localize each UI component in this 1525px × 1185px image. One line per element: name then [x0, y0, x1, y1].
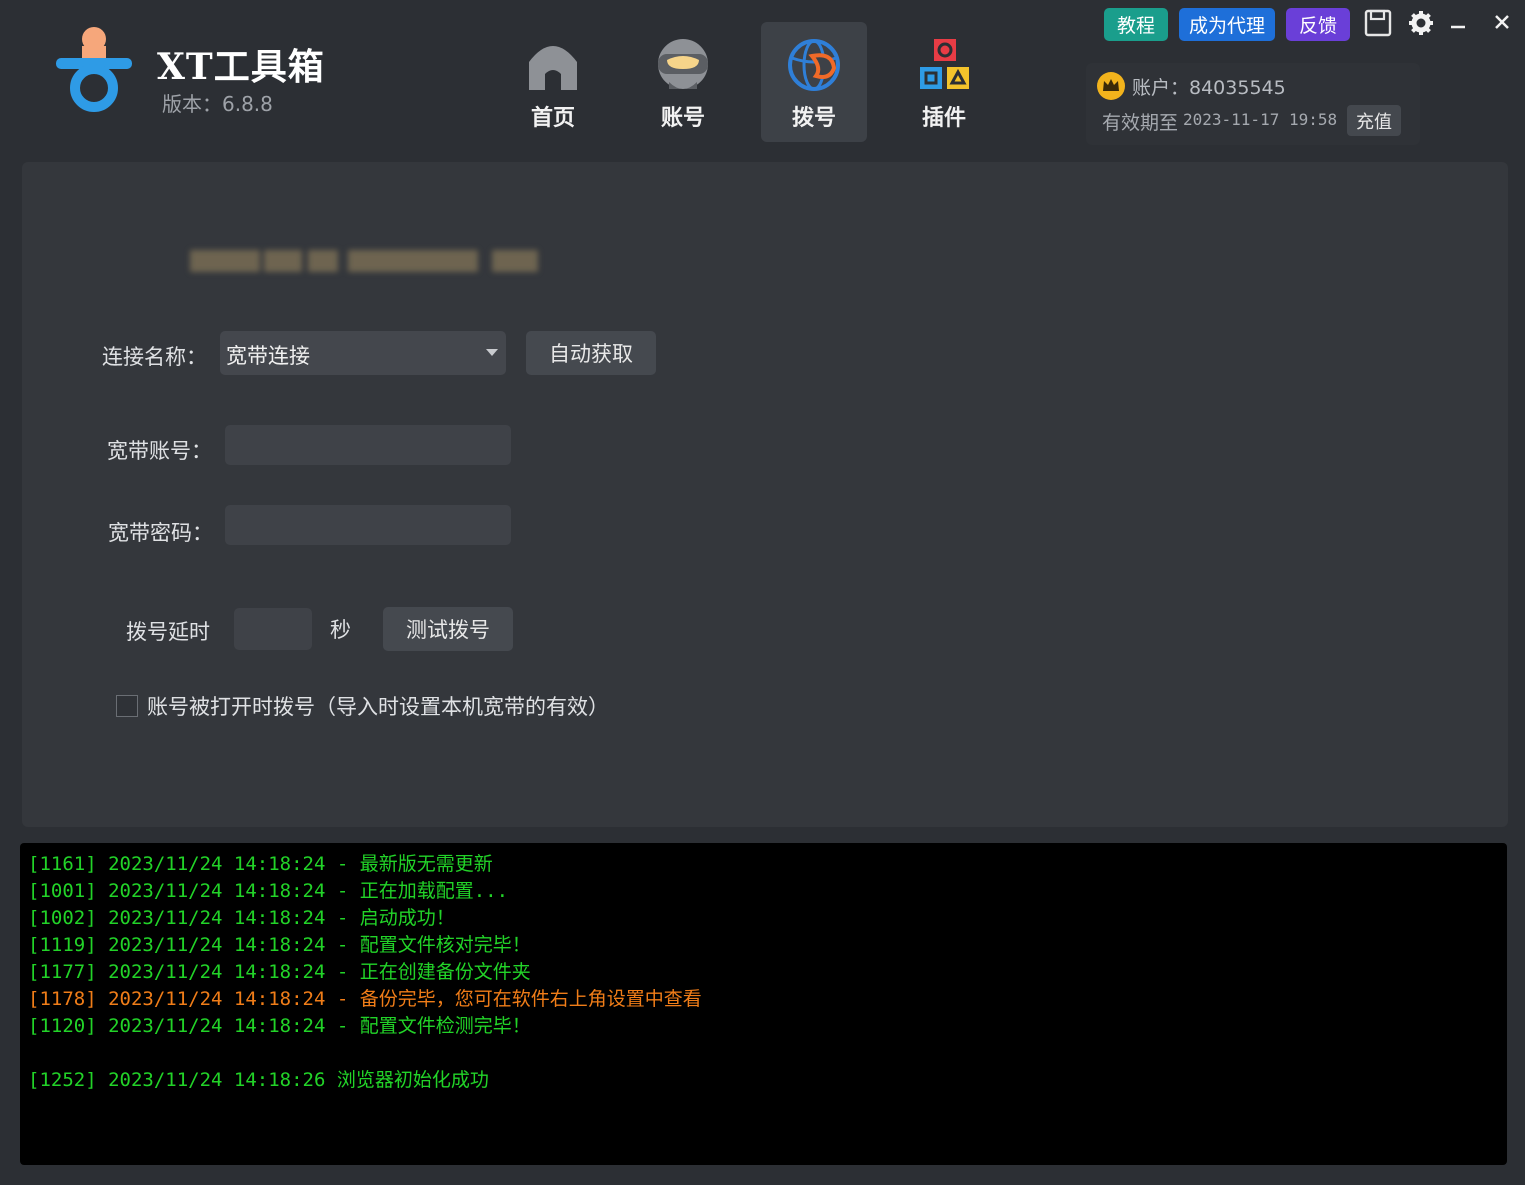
log-line: [1119] 2023/11/24 14:18:24 - 配置文件核对完毕！ — [28, 934, 531, 956]
expire-date: 2023-11-17 19:58 — [1183, 110, 1338, 129]
feedback-button[interactable]: 反馈 — [1286, 8, 1350, 41]
dial-delay-label: 拨号延时 — [126, 620, 210, 644]
account-card: 账户：84035545 有效期至 2023-11-17 19:58 充值 — [1086, 63, 1420, 145]
minimize-icon[interactable] — [1443, 8, 1473, 38]
dial-delay-input[interactable] — [234, 608, 312, 650]
connection-name-label: 连接名称： — [102, 345, 207, 369]
home-icon — [529, 46, 577, 90]
app-logo-icon — [56, 27, 132, 112]
close-icon[interactable] — [1487, 8, 1517, 38]
log-line: [1177] 2023/11/24 14:18:24 - 正在创建备份文件夹 — [28, 961, 531, 983]
broadband-password-label: 宽带密码： — [108, 521, 213, 545]
app-version: 版本：6.8.8 — [162, 92, 273, 116]
log-console[interactable]: [1161] 2023/11/24 14:18:24 - 最新版无需更新 [100… — [20, 843, 1507, 1165]
tab-account-label: 账号 — [660, 106, 705, 131]
tab-account[interactable]: 账号 — [630, 22, 736, 142]
log-line: [1120] 2023/11/24 14:18:24 - 配置文件检测完毕！ — [28, 1015, 531, 1037]
tutorial-button[interactable]: 教程 — [1104, 8, 1168, 41]
dial-on-open-label: 账号被打开时拨号（导入时设置本机宽带的有效） — [147, 695, 609, 719]
redacted-notice — [182, 240, 542, 276]
ninja-icon — [658, 39, 708, 89]
recharge-button[interactable]: 充值 — [1347, 105, 1401, 136]
tab-dial-label: 拨号 — [791, 106, 836, 131]
become-agent-button[interactable]: 成为代理 — [1179, 8, 1275, 41]
dial-settings-panel: 连接名称： 宽带连接 自动获取 宽带账号： 宽带密码： 拨号延时 秒 测试拨号 … — [22, 162, 1508, 827]
auto-fetch-button[interactable]: 自动获取 — [526, 331, 656, 375]
log-line: [1161] 2023/11/24 14:18:24 - 最新版无需更新 — [28, 853, 493, 875]
dial-delay-unit: 秒 — [330, 618, 351, 642]
save-icon[interactable] — [1363, 8, 1393, 38]
connection-name-select[interactable]: 宽带连接 — [220, 331, 506, 375]
tab-plugins[interactable]: 插件 — [891, 22, 997, 142]
tab-dial[interactable]: 拨号 — [761, 22, 867, 142]
broadband-password-input[interactable] — [225, 505, 511, 545]
globe-dial-icon — [788, 39, 840, 91]
expire-label: 有效期至 — [1102, 112, 1179, 134]
crown-icon — [1097, 72, 1125, 100]
log-line: [1178] 2023/11/24 14:18:24 - 备份完毕，您可在软件右… — [28, 988, 702, 1010]
app-window: XT工具箱 版本：6.8.8 首页 账号 拨号 插件 教程 成为代理 反馈 账户… — [0, 0, 1525, 1185]
connection-name-value: 宽带连接 — [226, 344, 310, 368]
broadband-account-label: 宽带账号： — [107, 439, 212, 463]
tab-plugins-label: 插件 — [921, 106, 966, 131]
gear-icon[interactable] — [1406, 8, 1436, 38]
tab-home-label: 首页 — [530, 106, 575, 131]
log-line: [1252] 2023/11/24 14:18:26 浏览器初始化成功 — [28, 1069, 489, 1091]
test-dial-button[interactable]: 测试拨号 — [383, 607, 513, 651]
plugin-shapes-icon — [920, 39, 969, 89]
log-line: [1002] 2023/11/24 14:18:24 - 启动成功！ — [28, 907, 455, 929]
broadband-account-input[interactable] — [225, 425, 511, 465]
log-line: [1001] 2023/11/24 14:18:24 - 正在加载配置... — [28, 880, 509, 902]
chevron-down-icon — [486, 349, 498, 356]
dial-on-open-checkbox[interactable] — [116, 695, 138, 717]
account-id: 账户：84035545 — [1132, 77, 1286, 99]
tab-home[interactable]: 首页 — [500, 22, 606, 142]
app-title: XT工具箱 — [157, 46, 325, 88]
